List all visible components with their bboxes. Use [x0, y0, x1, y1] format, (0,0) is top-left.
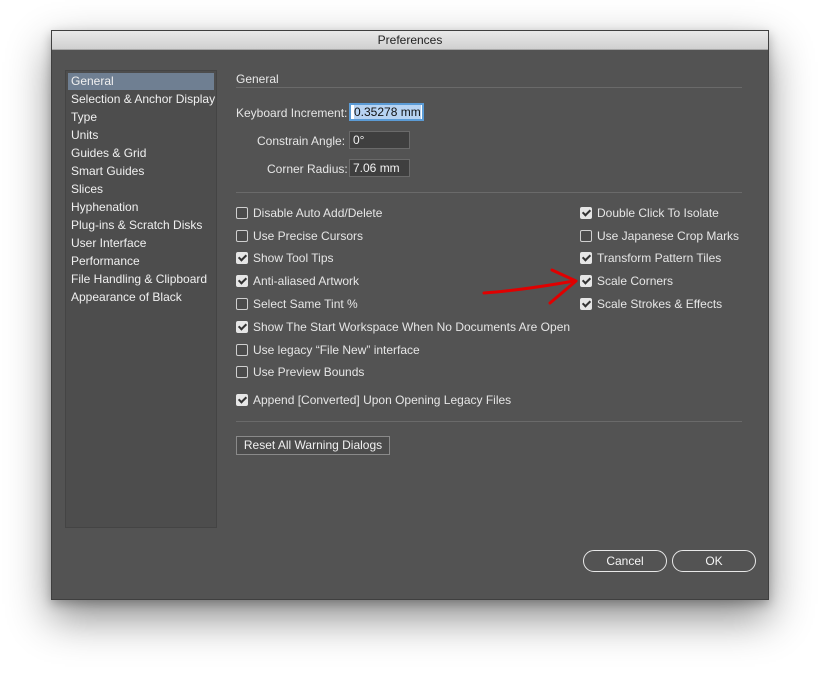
checkbox[interactable]: [236, 366, 248, 378]
option-show-tool-tips[interactable]: Show Tool Tips: [236, 250, 334, 266]
section-divider: [236, 87, 742, 88]
checkbox-checked[interactable]: [580, 207, 592, 219]
sidebar-item-user-interface[interactable]: User Interface: [68, 235, 214, 252]
option-disable-auto-add-delete[interactable]: Disable Auto Add/Delete: [236, 205, 382, 221]
ok-button[interactable]: OK: [672, 550, 756, 572]
sidebar-item-general[interactable]: General: [68, 73, 214, 90]
checkbox[interactable]: [236, 230, 248, 242]
section-title: General: [236, 72, 279, 86]
sidebar-item-units[interactable]: Units: [68, 127, 214, 144]
category-sidebar: General Selection & Anchor Display Type …: [65, 70, 217, 528]
corner-radius-input[interactable]: 7.06 mm: [349, 159, 410, 177]
option-label: Scale Strokes & Effects: [597, 297, 723, 311]
checkbox[interactable]: [580, 230, 592, 242]
option-append-converted[interactable]: Append [Converted] Upon Opening Legacy F…: [236, 392, 511, 408]
checkbox[interactable]: [236, 298, 248, 310]
sidebar-item-type[interactable]: Type: [68, 109, 214, 126]
option-show-start-workspace[interactable]: Show The Start Workspace When No Documen…: [236, 319, 570, 335]
sidebar-item-hyphenation[interactable]: Hyphenation: [68, 199, 214, 216]
option-label: Scale Corners: [597, 274, 674, 288]
option-label: Use Japanese Crop Marks: [597, 229, 740, 243]
option-transform-pattern-tiles[interactable]: Transform Pattern Tiles: [580, 250, 721, 266]
sidebar-item-plugins-scratch-disks[interactable]: Plug-ins & Scratch Disks: [68, 217, 214, 234]
checkbox[interactable]: [236, 344, 248, 356]
option-label: Show The Start Workspace When No Documen…: [253, 320, 571, 334]
sidebar-item-selection-anchor-display[interactable]: Selection & Anchor Display: [68, 91, 215, 108]
sidebar-item-file-handling-clipboard[interactable]: File Handling & Clipboard: [68, 271, 214, 288]
option-use-legacy-file-new[interactable]: Use legacy “File New” interface: [236, 342, 420, 358]
option-double-click-to-isolate[interactable]: Double Click To Isolate: [580, 205, 719, 221]
option-label: Anti-aliased Artwork: [253, 274, 360, 288]
keyboard-increment-value: 0.35278 mm: [354, 105, 421, 119]
checkbox-checked[interactable]: [236, 275, 248, 287]
sidebar-item-guides-grid[interactable]: Guides & Grid: [68, 145, 214, 162]
option-label: Show Tool Tips: [253, 251, 334, 265]
option-label: Use Preview Bounds: [253, 365, 365, 379]
option-label: Disable Auto Add/Delete: [253, 206, 383, 220]
checkbox[interactable]: [236, 207, 248, 219]
option-label: Use Precise Cursors: [253, 229, 364, 243]
sidebar-item-performance[interactable]: Performance: [68, 253, 214, 270]
sidebar-item-smart-guides[interactable]: Smart Guides: [68, 163, 214, 180]
options-divider: [236, 421, 742, 422]
constrain-angle-input[interactable]: 0°: [349, 131, 410, 149]
cancel-button[interactable]: Cancel: [583, 550, 667, 572]
checkbox-checked[interactable]: [236, 252, 248, 264]
option-label: Select Same Tint %: [253, 297, 358, 311]
checkbox-checked[interactable]: [236, 394, 248, 406]
option-label: Use legacy “File New” interface: [253, 343, 420, 357]
option-label: Double Click To Isolate: [597, 206, 719, 220]
option-use-japanese-crop-marks[interactable]: Use Japanese Crop Marks: [580, 228, 739, 244]
sidebar-item-appearance-of-black[interactable]: Appearance of Black: [68, 289, 214, 306]
keyboard-increment-input[interactable]: 0.35278 mm: [349, 103, 424, 121]
option-label: Transform Pattern Tiles: [597, 251, 722, 265]
option-use-precise-cursors[interactable]: Use Precise Cursors: [236, 228, 363, 244]
option-scale-corners[interactable]: Scale Corners: [580, 273, 673, 289]
window-title: Preferences: [52, 31, 768, 50]
sidebar-item-slices[interactable]: Slices: [68, 181, 214, 198]
option-label: Append [Converted] Upon Opening Legacy F…: [253, 393, 512, 407]
preferences-dialog: Preferences General Selection & Anchor D…: [51, 30, 769, 600]
constrain-angle-label: Constrain Angle:: [257, 134, 346, 148]
option-use-preview-bounds[interactable]: Use Preview Bounds: [236, 364, 364, 380]
keyboard-increment-label: Keyboard Increment:: [236, 106, 348, 120]
corner-radius-label: Corner Radius:: [267, 162, 348, 176]
checkbox-checked[interactable]: [236, 321, 248, 333]
option-select-same-tint[interactable]: Select Same Tint %: [236, 296, 358, 312]
reset-warning-dialogs-button[interactable]: Reset All Warning Dialogs: [236, 436, 390, 455]
annotation-arrow-icon: [482, 268, 578, 305]
option-scale-strokes-effects[interactable]: Scale Strokes & Effects: [580, 296, 722, 312]
checkbox-checked[interactable]: [580, 252, 592, 264]
option-anti-aliased-artwork[interactable]: Anti-aliased Artwork: [236, 273, 359, 289]
fields-divider: [236, 192, 742, 193]
